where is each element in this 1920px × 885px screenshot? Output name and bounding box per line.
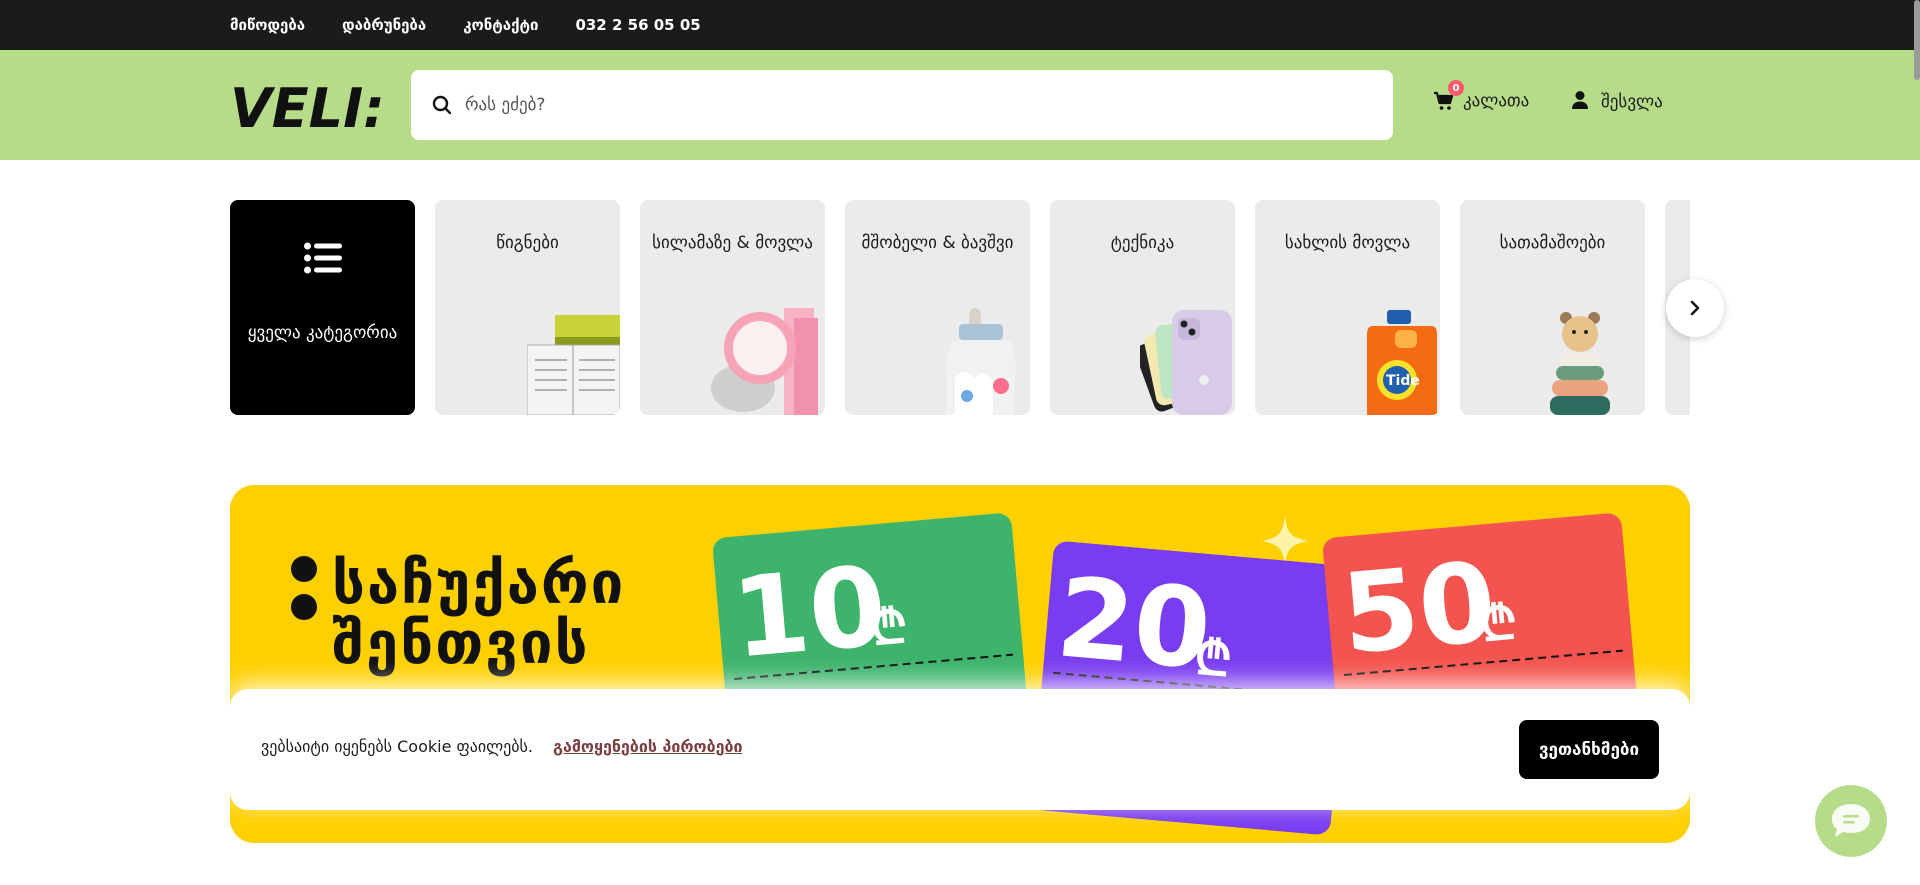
top-bar: მიწოდება დაბრუნება კონტაქტი 032 2 56 05 … — [0, 0, 1920, 50]
coupon-currency: ₾ — [867, 597, 910, 657]
login-button[interactable]: შესვლა — [1571, 90, 1663, 114]
category-label: წიგნები — [496, 233, 559, 253]
banner-title: საჩუქარი შენთვის — [332, 553, 625, 673]
user-icon — [1571, 90, 1589, 114]
search-input[interactable] — [465, 95, 1365, 115]
cookie-text: ვებსაიტი იყენებს Cookie ფაილებს. — [261, 737, 533, 756]
chat-button[interactable] — [1815, 785, 1887, 857]
category-tech[interactable]: ტექნიკა — [1050, 200, 1235, 415]
cookie-notice: ვებსაიტი იყენებს Cookie ფაილებს. გამოყენ… — [230, 689, 1690, 810]
category-label: ტექნიკა — [1110, 233, 1175, 253]
banner-title-line1: საჩუქარი — [332, 549, 626, 617]
banner-dots — [291, 556, 317, 620]
cart-count-badge: 0 — [1448, 80, 1464, 96]
category-books[interactable]: წიგნები — [435, 200, 620, 415]
coupon-currency: ₾ — [1192, 629, 1235, 689]
cart-icon: 0 — [1433, 80, 1464, 112]
terms-link[interactable]: გამოყენების პირობები — [553, 737, 743, 756]
veli-logo[interactable]: VELI: — [230, 83, 390, 133]
banner-title-line2: შენთვის — [332, 609, 590, 677]
page-scrollbar[interactable] — [1914, 0, 1920, 80]
category-home-care[interactable]: სახლის მოვლა Tide — [1255, 200, 1440, 415]
category-label: მშობელი & ბავშვი — [861, 233, 1014, 253]
contact-link[interactable]: კონტაქტი — [463, 16, 538, 34]
search-icon — [431, 94, 453, 116]
chevron-right-icon — [1690, 300, 1700, 316]
login-label: შესვლა — [1601, 92, 1663, 112]
category-label: სათამაშოები — [1499, 233, 1606, 253]
agree-button[interactable]: ვეთანხმები — [1519, 720, 1659, 779]
svg-text:Tide: Tide — [1386, 373, 1420, 389]
phone-icon — [1140, 310, 1232, 415]
detergent-icon: Tide — [1367, 310, 1437, 415]
returns-link[interactable]: დაბრუნება — [342, 16, 426, 34]
logo-text: VELI: — [230, 83, 385, 133]
header: VELI: 0 კალათა შესვლა — [0, 50, 1920, 160]
category-carousel: ყველა კატეგორია წიგნები სილამაზე & მოვლა… — [230, 200, 1690, 415]
category-parent-child[interactable]: მშობელი & ბავშვი — [845, 200, 1030, 415]
chat-icon — [1832, 804, 1870, 837]
cart-button[interactable]: 0 კალათა — [1433, 80, 1530, 112]
top-links: მიწოდება დაბრუნება კონტაქტი 032 2 56 05 … — [230, 0, 701, 50]
toy-icon — [1550, 312, 1610, 415]
category-label: სილამაზე & მოვლა — [652, 233, 813, 253]
phone-link[interactable]: 032 2 56 05 05 — [575, 16, 700, 34]
book-icon — [527, 315, 620, 415]
coupon-amount: 10 — [727, 541, 892, 683]
category-toys[interactable]: სათამაშოები — [1460, 200, 1645, 415]
coupon-amount: 50 — [1337, 537, 1501, 679]
search-bar[interactable] — [411, 70, 1393, 140]
cream-jar-icon — [711, 308, 818, 415]
list-icon — [304, 242, 342, 274]
category-all[interactable]: ყველა კატეგორია — [230, 200, 415, 415]
delivery-link[interactable]: მიწოდება — [230, 16, 305, 34]
cart-label: კალათა — [1463, 91, 1530, 111]
category-all-label: ყველა კატეგორია — [247, 323, 398, 343]
category-beauty[interactable]: სილამაზე & მოვლა — [640, 200, 825, 415]
coupon-currency: ₾ — [1477, 593, 1520, 653]
carousel-next-button[interactable] — [1666, 279, 1724, 337]
category-label: სახლის მოვლა — [1284, 233, 1411, 253]
baby-bottle-icon — [946, 308, 1016, 415]
